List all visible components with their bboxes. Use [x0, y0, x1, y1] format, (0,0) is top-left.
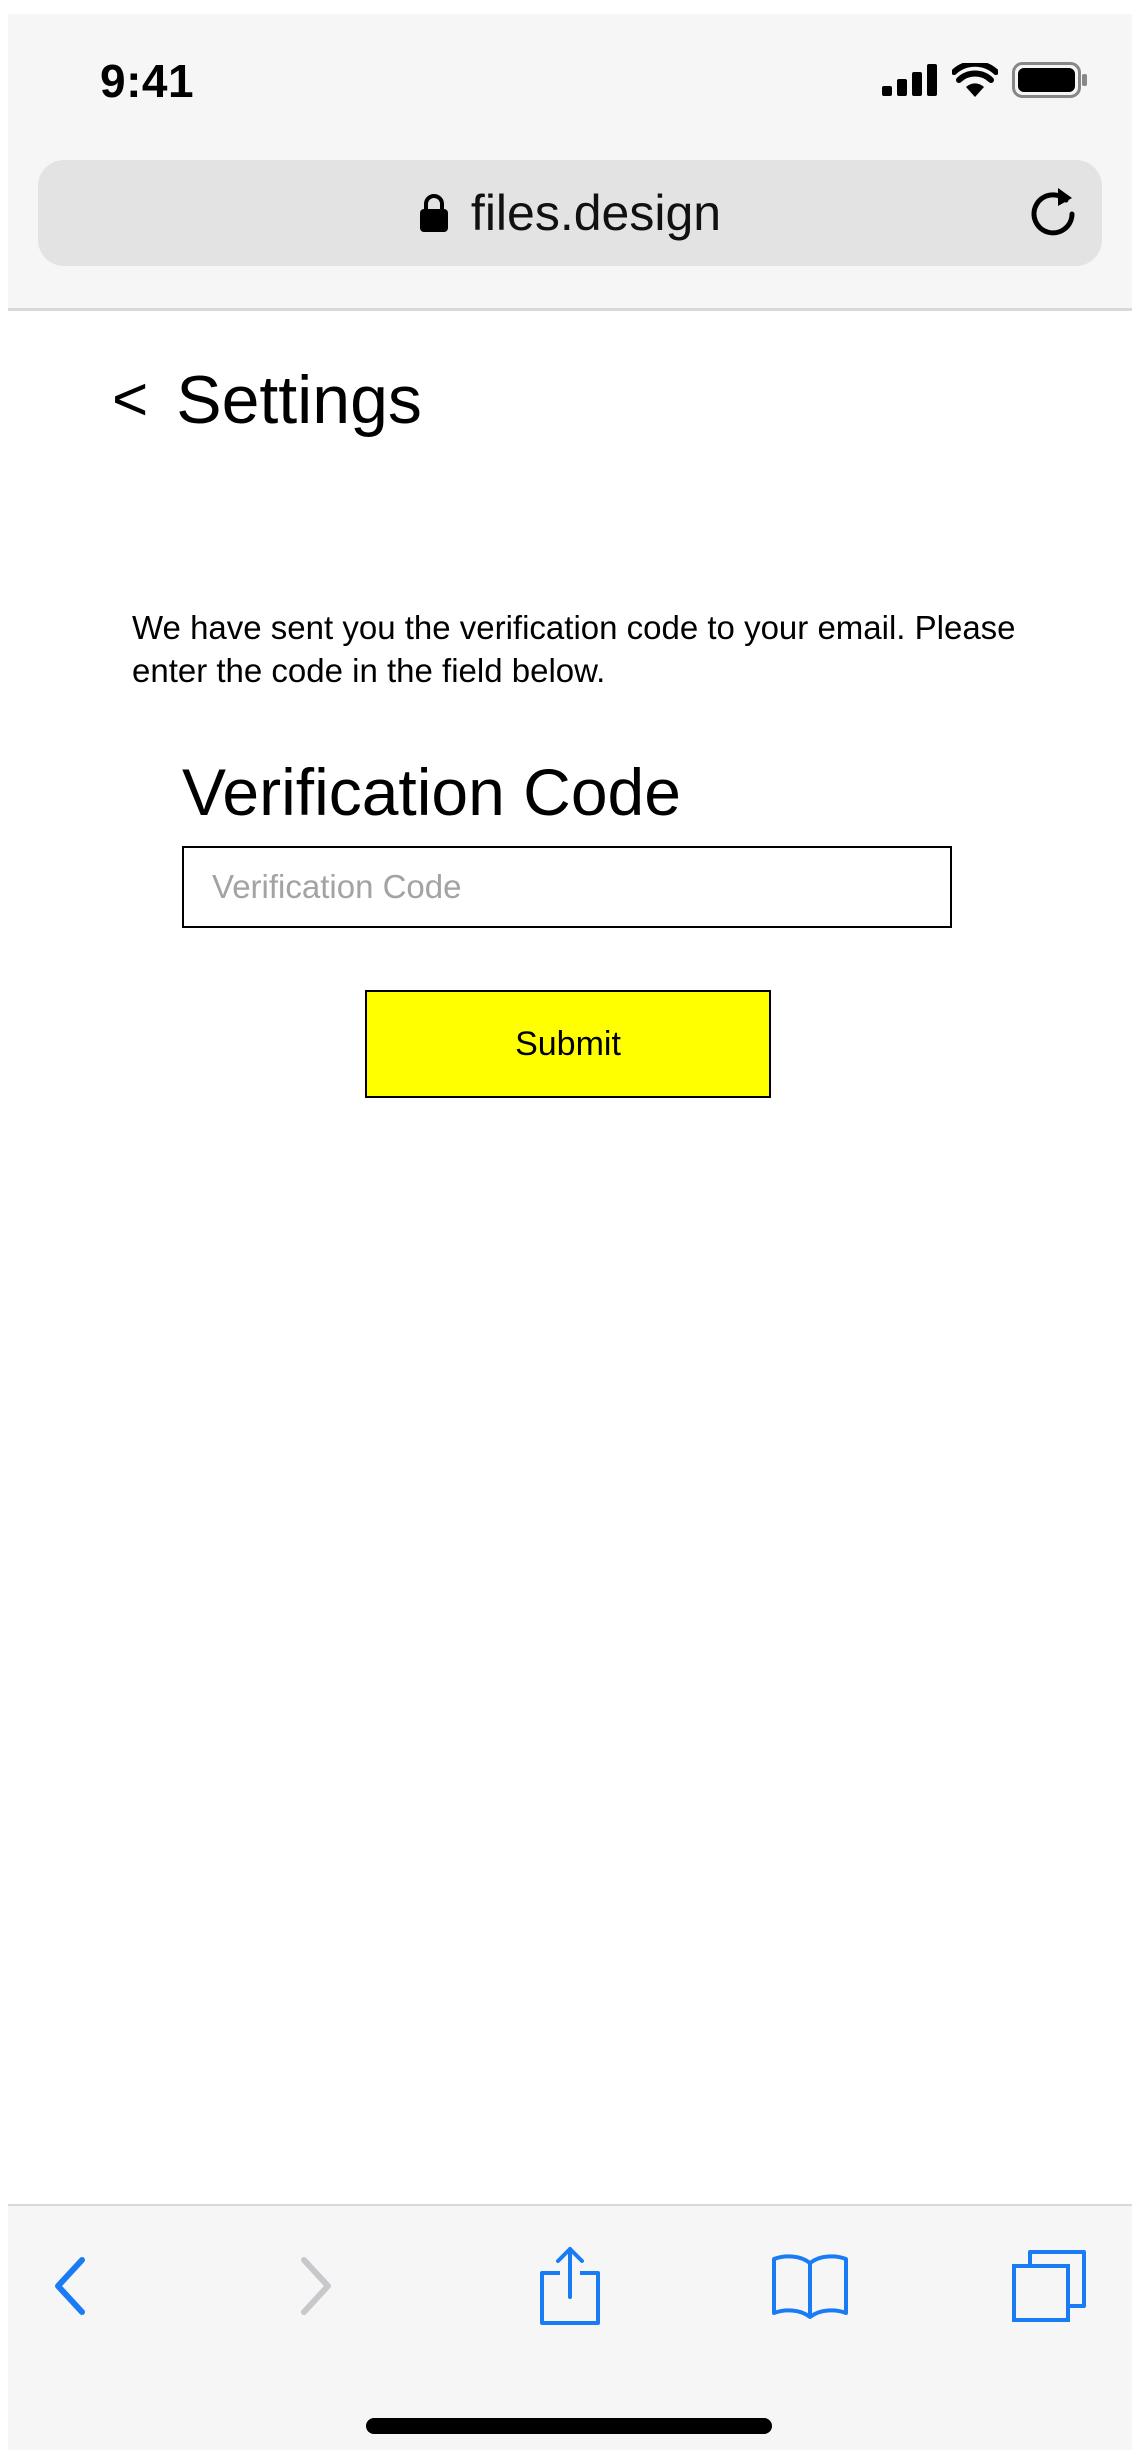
lock-icon — [419, 194, 448, 232]
status-bar: 9:41 — [8, 14, 1132, 154]
home-indicator[interactable] — [366, 2418, 772, 2434]
share-button[interactable] — [530, 2246, 610, 2326]
back-chevron-icon: < — [112, 365, 149, 434]
submit-button[interactable]: Submit — [365, 990, 771, 1098]
page-title: Settings — [176, 362, 422, 438]
verification-code-input[interactable] — [182, 846, 952, 928]
reload-button[interactable] — [1024, 184, 1082, 242]
verification-code-label: Verification Code — [182, 755, 681, 829]
browser-bottom-toolbar — [8, 2204, 1132, 2450]
phone-screen: 9:41 files.design < Settings We have sen… — [8, 14, 1132, 2450]
reload-icon — [1031, 188, 1075, 236]
back-icon — [55, 2257, 85, 2315]
bookmarks-button[interactable] — [770, 2246, 850, 2326]
tabs-icon — [1012, 2250, 1086, 2322]
status-icons — [882, 60, 1088, 100]
url-bar[interactable]: files.design — [38, 160, 1102, 266]
url-text: files.design — [470, 185, 722, 241]
wifi-icon — [952, 63, 998, 97]
bookmarks-icon — [772, 2254, 848, 2319]
url-content: files.design — [38, 160, 1102, 266]
forward-button[interactable] — [276, 2246, 356, 2326]
browser-top-bar: files.design — [8, 154, 1132, 311]
battery-icon — [1012, 62, 1087, 98]
tabs-button[interactable] — [1010, 2246, 1090, 2326]
verification-info-text: We have sent you the verification code t… — [132, 609, 1016, 689]
status-time: 9:41 — [100, 55, 195, 107]
forward-icon — [301, 2257, 331, 2315]
share-icon — [540, 2247, 600, 2325]
cellular-signal-icon — [882, 64, 937, 96]
back-to-settings-link[interactable]: < Settings — [112, 366, 422, 434]
back-button[interactable] — [30, 2246, 110, 2326]
